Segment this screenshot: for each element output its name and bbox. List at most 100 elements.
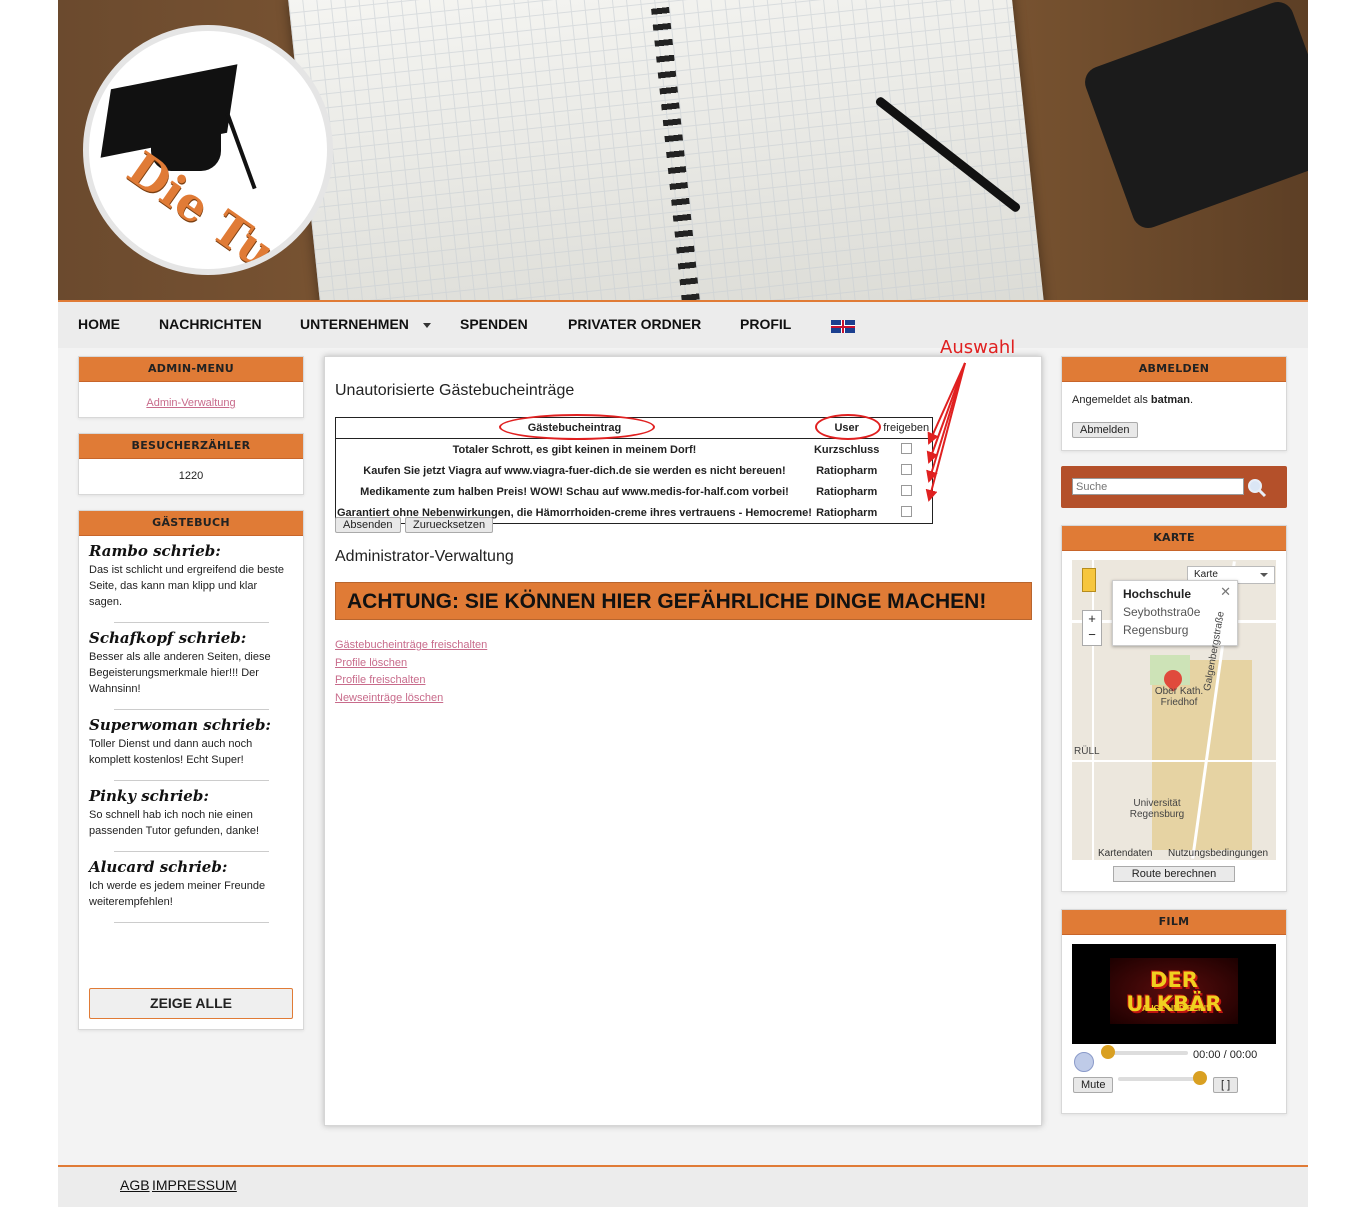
admin-link-delete-news[interactable]: Newseinträge löschen [335, 692, 443, 704]
nav-home[interactable]: HOME [78, 316, 120, 332]
search-input[interactable] [1072, 478, 1244, 495]
approve-checkbox[interactable] [900, 505, 912, 517]
map-label: RÜLL [1074, 746, 1100, 757]
admin-verwaltung-link[interactable]: Admin-Verwaltung [146, 397, 235, 409]
logout-button[interactable]: Abmelden [1072, 422, 1138, 438]
zoom-control[interactable]: + − [1082, 610, 1102, 646]
page: Die Tutoren AG HOME NACHRICHTEN UNTERNEH… [58, 0, 1308, 1207]
visitor-counter-title: BESUCHERZÄHLER [79, 434, 303, 459]
chevron-down-icon [1260, 573, 1268, 577]
nav-nachrichten[interactable]: NACHRICHTEN [159, 316, 262, 332]
user-cell: Kurzschluss [813, 443, 880, 456]
logo-text: Die Tutoren AG [118, 141, 327, 269]
divider [113, 709, 269, 710]
guestbook-entry: Superwoman schrieb: Toller Dienst und da… [79, 716, 303, 781]
pegman-icon[interactable] [1082, 568, 1096, 592]
film-panel: FILM DER ULKBÄR "AUGE UND BEIN" 00:00 / … [1061, 909, 1287, 1114]
search-panel [1061, 466, 1287, 508]
route-button[interactable]: Route berechnen [1113, 866, 1235, 882]
guestbook-entry: Schafkopf schrieb: Besser als alle ander… [79, 629, 303, 710]
progress-handle[interactable] [1101, 1045, 1115, 1059]
play-button[interactable] [1074, 1052, 1094, 1072]
user-cell: Ratiopharm [816, 464, 878, 477]
header-banner: Die Tutoren AG [58, 0, 1308, 300]
annotation-arrows [925, 362, 966, 502]
footer: AGB IMPRESSUM [58, 1165, 1308, 1207]
close-icon[interactable]: ✕ [1220, 584, 1231, 600]
mute-button[interactable]: Mute [1073, 1077, 1114, 1093]
guestbook-text: Besser als alle anderen Seiten, diese Be… [89, 651, 271, 695]
guestbook-text: Toller Dienst und dann auch noch komplet… [89, 738, 253, 766]
map-terms-link[interactable]: Nutzungsbedingungen [1168, 848, 1268, 859]
username: batman [1150, 394, 1191, 406]
guestbook-author: Alucard schrieb: [89, 858, 228, 876]
nav-unternehmen-label: UNTERNEHMEN [300, 316, 409, 332]
guestbook-entry: Alucard schrieb: Ich werde es jedem mein… [79, 858, 303, 923]
search-icon[interactable] [1247, 478, 1267, 498]
admin-link-approve-guestbook[interactable]: Gästebucheinträge freischalten [335, 639, 487, 651]
divider [113, 922, 269, 923]
popup-line1: Seybothstra0e [1123, 605, 1201, 619]
main-content: Unautorisierte Gästebucheinträge Gästebu… [324, 337, 1042, 1126]
video-player[interactable]: DER ULKBÄR "AUGE UND BEIN" [1072, 944, 1276, 1044]
guestbook-entry: Pinky schrieb: So schnell hab ich noch n… [79, 787, 303, 852]
map-label: Universität Regensburg [1129, 798, 1185, 820]
footer-link-agb[interactable]: AGB [120, 1177, 150, 1193]
fullscreen-button[interactable]: [ ] [1213, 1077, 1239, 1093]
visitor-count: 1220 [178, 470, 204, 482]
user-cell: Ratiopharm [816, 485, 878, 498]
reset-button[interactable]: Zuruecksetzen [405, 517, 494, 533]
uk-flag-icon[interactable] [831, 320, 855, 333]
warning-banner: ACHTUNG: SIE KÖNNEN HIER GEFÄHRLICHE DIN… [335, 582, 1032, 620]
guestbook-author: Superwoman schrieb: [89, 716, 271, 734]
main-nav: HOME NACHRICHTEN UNTERNEHMEN SPENDEN PRI… [58, 300, 1308, 348]
nav-profil[interactable]: PROFIL [740, 316, 791, 332]
admin-menu-title: ADMIN-MENU [79, 357, 303, 382]
admin-menu-panel: ADMIN-MENU Admin-Verwaltung [78, 356, 304, 418]
volume-slider[interactable] [1118, 1077, 1204, 1081]
logged-in-label: Angemeldet als [1072, 394, 1148, 406]
annotation-ring-entry [499, 414, 655, 440]
divider [113, 622, 269, 623]
submit-button[interactable]: Absenden [335, 517, 401, 533]
entry-cell: Medikamente zum halben Preis! WOW! Schau… [360, 485, 789, 498]
map-view[interactable]: + − Karte Hochschule ✕ Seybothstra0e Rege… [1072, 560, 1276, 860]
admin-heading: Administrator-Verwaltung [335, 548, 514, 565]
divider [113, 780, 269, 781]
map-panel: KARTE + − Karte Hochschule ✕ Seybothstra0… [1061, 525, 1287, 892]
logout-panel: ABMELDEN Angemeldet als batman. Abmelden [1061, 356, 1287, 451]
entry-cell: Totaler Schrott, es gibt keinen in meine… [452, 443, 697, 456]
popup-title: Hochschule [1123, 587, 1192, 601]
map-data-link[interactable]: Kartendaten [1098, 848, 1153, 859]
guestbook-text: So schnell hab ich noch nie einen passen… [89, 809, 260, 837]
device-image [1080, 0, 1308, 233]
admin-link-delete-profiles[interactable]: Profile löschen [335, 657, 407, 669]
guestbook-author: Pinky schrieb: [89, 787, 209, 805]
user-cell: Ratiopharm [816, 506, 878, 519]
nav-unternehmen[interactable]: UNTERNEHMEN [300, 316, 431, 332]
annotation-label: Auswahl [940, 337, 1016, 358]
map-title: KARTE [1062, 526, 1286, 551]
show-all-button[interactable]: ZEIGE ALLE [89, 988, 293, 1019]
video-subtitle: "AUGE UND BEIN" [1138, 1004, 1210, 1013]
guestbook-author: Rambo schrieb: [89, 542, 221, 560]
volume-handle[interactable] [1193, 1071, 1207, 1085]
nav-privater-ordner[interactable]: PRIVATER ORDNER [568, 316, 701, 332]
table-row: Kaufen Sie jetzt Viagra auf www.viagra-f… [336, 460, 933, 481]
video-time: 00:00 / 00:00 [1193, 1049, 1258, 1061]
divider [113, 851, 269, 852]
guestbook-text: Ich werde es jedem meiner Freunde weiter… [89, 880, 266, 908]
popup-line2: Regensburg [1123, 623, 1189, 637]
logo[interactable]: Die Tutoren AG [83, 25, 333, 275]
visitor-counter-panel: BESUCHERZÄHLER 1220 [78, 433, 304, 495]
entry-cell: Kaufen Sie jetzt Viagra auf www.viagra-f… [363, 464, 786, 477]
nav-spenden[interactable]: SPENDEN [460, 316, 528, 332]
film-title: FILM [1062, 910, 1286, 935]
footer-link-impressum[interactable]: IMPRESSUM [152, 1177, 237, 1193]
admin-link-approve-profiles[interactable]: Profile freischalten [335, 674, 426, 686]
logout-title: ABMELDEN [1062, 357, 1286, 382]
page-title: Unautorisierte Gästebucheinträge [335, 382, 575, 399]
guestbook-author: Schafkopf schrieb: [89, 629, 247, 647]
guestbook-panel: GÄSTEBUCH Rambo schrieb: Das ist schlich… [78, 510, 304, 1030]
map-type-label: Karte [1194, 569, 1218, 580]
